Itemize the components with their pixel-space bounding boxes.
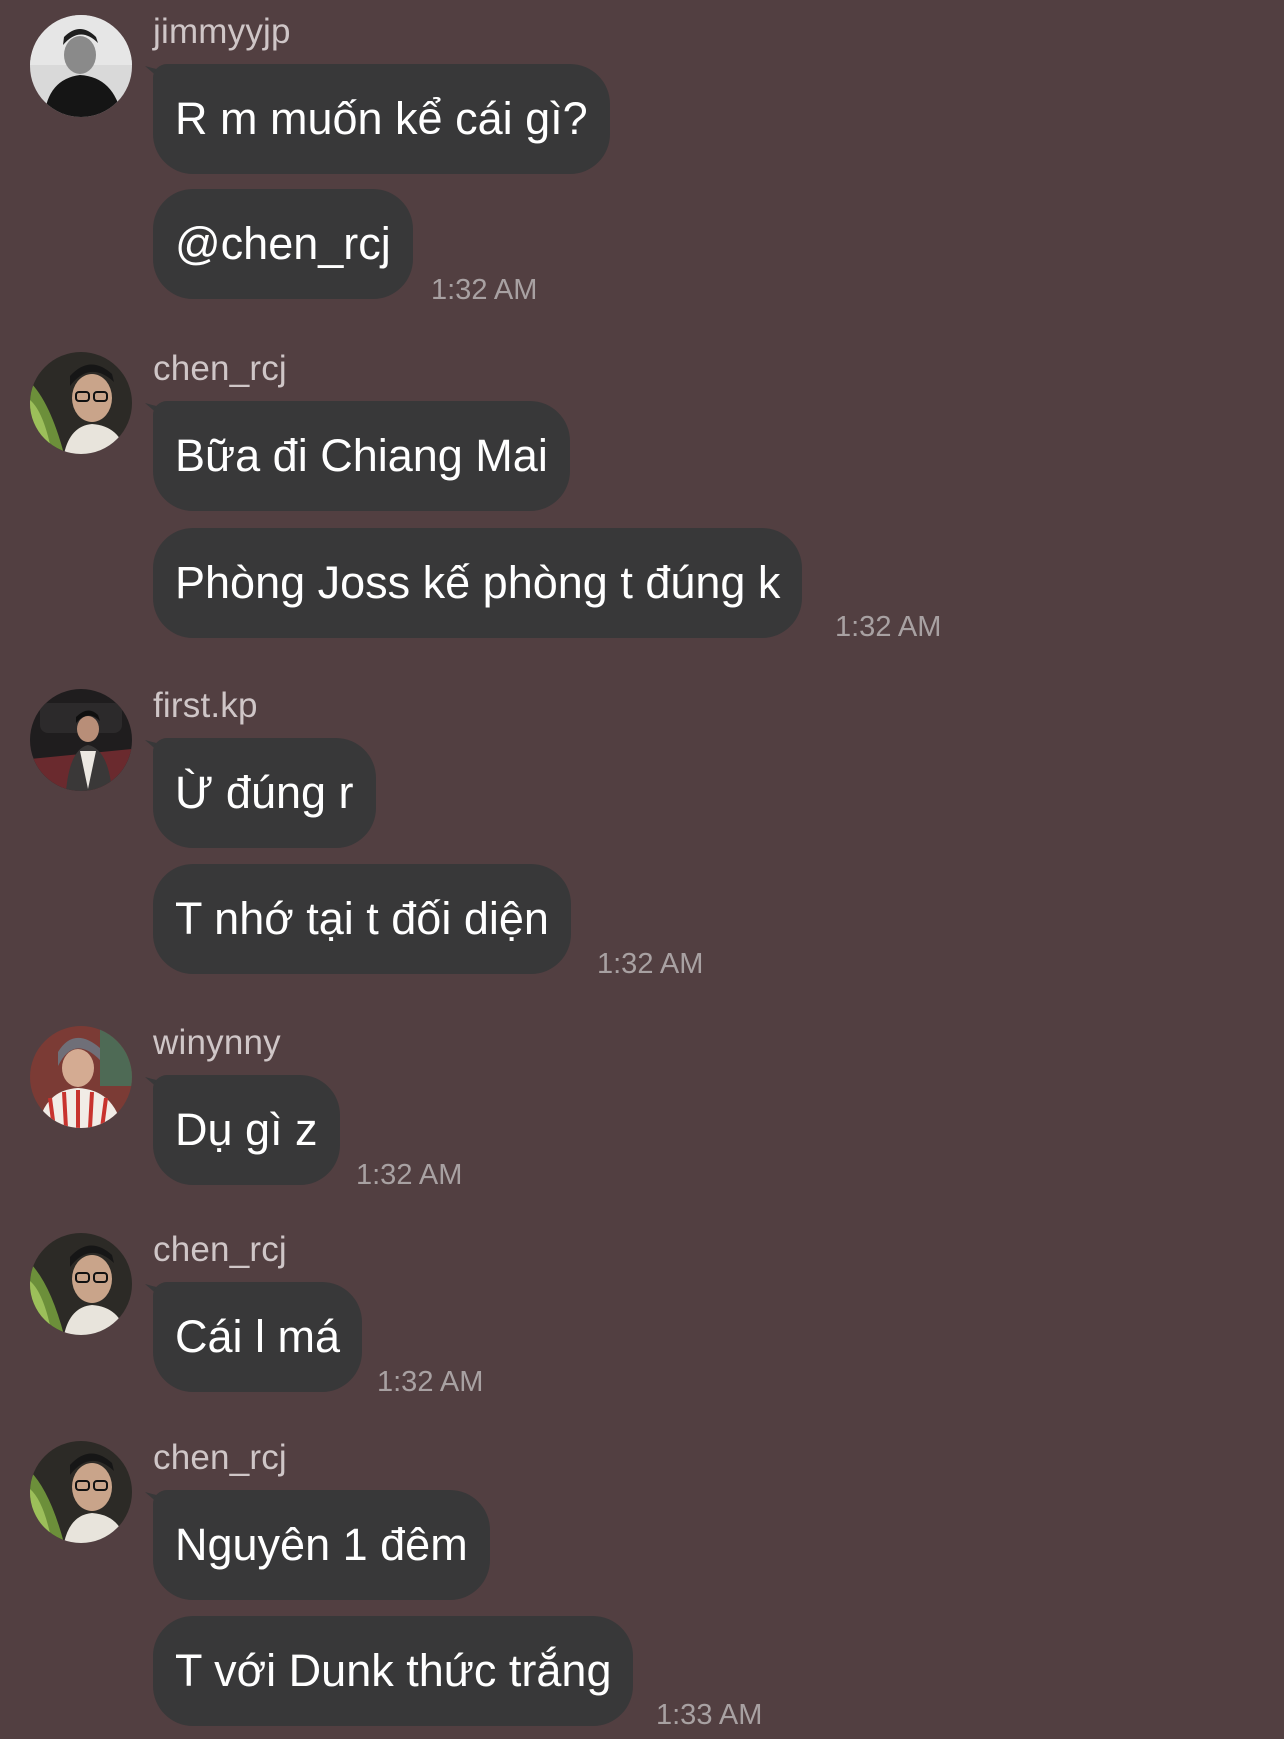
message-bubble[interactable]: @chen_rcj bbox=[153, 189, 413, 299]
chat-screen: { "colors": { "background": "#523f41", "… bbox=[0, 0, 1284, 1739]
message-timestamp: 1:33 AM bbox=[656, 1699, 763, 1731]
avatar-first.kp-photo bbox=[30, 689, 132, 791]
message-bubble[interactable]: T với Dunk thức trắng bbox=[153, 1616, 634, 1726]
avatar[interactable] bbox=[30, 1026, 132, 1128]
avatar[interactable] bbox=[30, 15, 132, 117]
avatar[interactable] bbox=[30, 352, 132, 454]
message-bubble[interactable]: Bữa đi Chiang Mai bbox=[153, 401, 570, 511]
message-bubble[interactable]: Nguyên 1 đêm bbox=[153, 1490, 490, 1600]
message-timestamp: 1:32 AM bbox=[356, 1159, 463, 1191]
avatar[interactable] bbox=[30, 1441, 132, 1543]
avatar-chen_rcj-photo bbox=[30, 1233, 132, 1335]
message-timestamp: 1:32 AM bbox=[377, 1366, 484, 1398]
message-bubble[interactable]: Dụ gì z bbox=[153, 1075, 340, 1185]
sender-username[interactable]: chen_rcj bbox=[153, 345, 287, 393]
message-bubble[interactable]: Phòng Joss kế phòng t đúng k bbox=[153, 528, 803, 638]
sender-username[interactable]: winynny bbox=[153, 1019, 281, 1067]
message-timestamp: 1:32 AM bbox=[597, 948, 704, 980]
avatar-chen_rcj-photo bbox=[30, 1441, 132, 1543]
avatar-jimmyyjp-photo bbox=[30, 15, 132, 117]
avatar[interactable] bbox=[30, 1233, 132, 1335]
message-bubble[interactable]: Cái l má bbox=[153, 1282, 363, 1392]
avatar-chen_rcj-photo bbox=[30, 352, 132, 454]
sender-username[interactable]: chen_rcj bbox=[153, 1434, 287, 1482]
sender-username[interactable]: first.kp bbox=[153, 682, 258, 730]
message-timestamp: 1:32 AM bbox=[431, 274, 538, 306]
avatar[interactable] bbox=[30, 689, 132, 791]
message-bubble[interactable]: T nhớ tại t đối diện bbox=[153, 864, 571, 974]
message-timestamp: 1:32 AM bbox=[835, 611, 942, 643]
sender-username[interactable]: chen_rcj bbox=[153, 1226, 287, 1274]
sender-username[interactable]: jimmyyjp bbox=[153, 8, 291, 56]
avatar-winynny-photo bbox=[30, 1026, 132, 1128]
message-bubble[interactable]: Ừ đúng r bbox=[153, 738, 376, 848]
message-bubble[interactable]: R m muốn kể cái gì? bbox=[153, 64, 610, 174]
